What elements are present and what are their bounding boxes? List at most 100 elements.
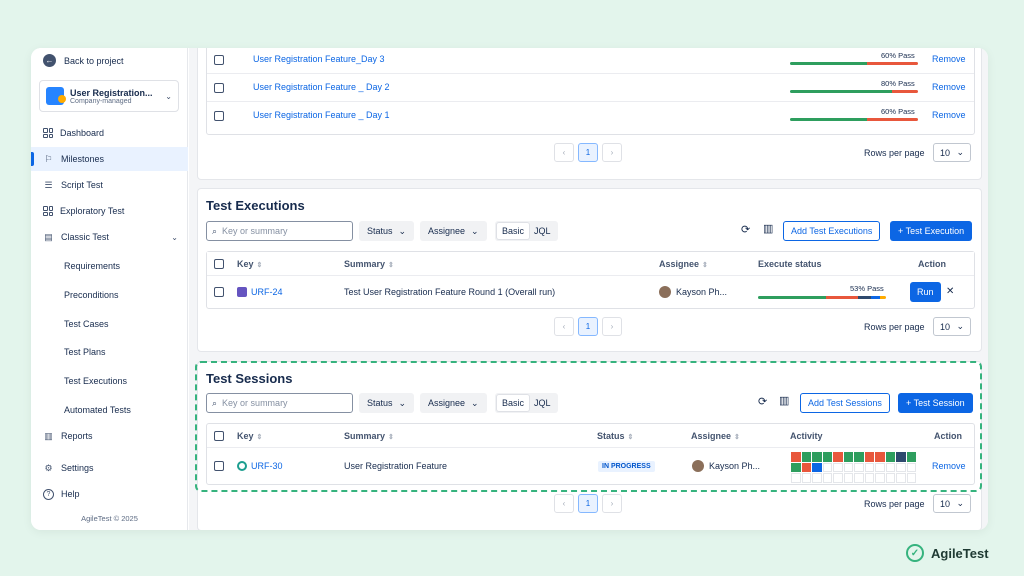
pass-rate: 80% Pass	[881, 79, 915, 88]
add-test-executions-button[interactable]: Add Test Executions	[783, 221, 881, 241]
sidebar-item-exploratory-test[interactable]: Exploratory Test	[31, 199, 188, 223]
activity-cell	[864, 462, 874, 472]
activity-cell	[885, 473, 895, 483]
activity-cell	[812, 473, 822, 483]
sessions-table: Key ⇕ Summary ⇕ Status ⇕ Assignee ⇕ Activity…	[206, 423, 975, 485]
table-row: User Registration Feature_Day 3 60% Pass…	[207, 48, 974, 74]
assignee-filter[interactable]: Assignee ⌄	[420, 221, 487, 241]
section-title: Test Executions	[206, 198, 305, 213]
activity-cell	[801, 462, 811, 472]
activity-cell	[906, 462, 916, 472]
column-header-assignee[interactable]: Assignee ⇕	[691, 431, 740, 441]
select-all-checkbox[interactable]	[214, 431, 224, 441]
jql-mode-button[interactable]: JQL	[529, 223, 556, 239]
issue-key-link[interactable]: URF-30	[251, 461, 283, 471]
sidebar-item-label: Script Test	[61, 180, 103, 190]
pagination: ‹ 1 ›	[554, 317, 622, 336]
column-header-status[interactable]: Status ⇕	[597, 431, 633, 441]
row-checkbox[interactable]	[214, 111, 224, 121]
rows-per-page-select[interactable]: 10 ⌄	[933, 317, 971, 336]
row-checkbox[interactable]	[214, 83, 224, 93]
page-button[interactable]: 1	[578, 317, 598, 336]
sidebar-subitem-requirements[interactable]: Requirements	[64, 261, 120, 271]
assignee-filter[interactable]: Assignee ⌄	[420, 393, 487, 413]
milestone-link[interactable]: User Registration Feature _ Day 2	[253, 82, 390, 92]
sidebar-item-classic-test[interactable]: ▤ Classic Test ⌄	[31, 225, 188, 249]
next-page-button[interactable]: ›	[602, 494, 622, 513]
activity-cell	[833, 462, 843, 472]
sidebar-subitem-automated-tests[interactable]: Automated Tests	[64, 405, 131, 415]
row-checkbox[interactable]	[214, 287, 224, 297]
activity-heatmap	[791, 452, 916, 483]
sidebar-item-reports[interactable]: ▥ Reports	[31, 424, 188, 448]
next-page-button[interactable]: ›	[602, 317, 622, 336]
activity-cell	[906, 452, 916, 462]
create-test-execution-button[interactable]: + Test Execution	[890, 221, 973, 241]
column-header-summary[interactable]: Summary ⇕	[344, 259, 394, 269]
remove-link[interactable]: Remove	[932, 110, 966, 120]
status-filter[interactable]: Status ⌄	[359, 221, 415, 241]
columns-icon[interactable]: ▥	[763, 222, 773, 235]
page-button[interactable]: 1	[578, 494, 598, 513]
sidebar-item-script-test[interactable]: ☰ Script Test	[31, 173, 188, 197]
column-header-key[interactable]: Key ⇕	[237, 431, 262, 441]
rows-per-page-select[interactable]: 10 ⌄	[933, 143, 971, 162]
search-input-wrapper: ⌕	[206, 221, 353, 241]
remove-link[interactable]: Remove	[932, 54, 966, 64]
close-icon[interactable]: ✕	[946, 286, 954, 297]
column-header-assignee[interactable]: Assignee ⇕	[659, 259, 708, 269]
sidebar-subitem-preconditions[interactable]: Preconditions	[64, 290, 119, 300]
status-filter[interactable]: Status ⌄	[359, 393, 415, 413]
milestone-link[interactable]: User Registration Feature _ Day 1	[253, 110, 390, 120]
column-header-key[interactable]: Key ⇕	[237, 259, 262, 269]
jql-mode-button[interactable]: JQL	[529, 395, 556, 411]
chevron-down-icon: ⌄	[956, 321, 964, 331]
sidebar-item-milestones[interactable]: ⚐ Milestones	[31, 147, 188, 171]
sidebar-subitem-test-cases[interactable]: Test Cases	[64, 319, 109, 329]
issue-key-link[interactable]: URF-24	[251, 287, 283, 297]
add-test-sessions-button[interactable]: Add Test Sessions	[800, 393, 890, 413]
pass-rate: 60% Pass	[881, 51, 915, 60]
chevron-down-icon: ⌄	[471, 225, 479, 236]
refresh-icon[interactable]: ⟳	[758, 395, 767, 408]
search-input[interactable]	[222, 226, 343, 236]
back-to-project-link[interactable]: ← Back to project	[43, 54, 124, 67]
rows-per-page-select[interactable]: 10 ⌄	[933, 494, 971, 513]
sidebar-item-help[interactable]: ? Help	[31, 482, 188, 506]
columns-icon[interactable]: ▥	[779, 394, 789, 407]
basic-mode-button[interactable]: Basic	[497, 223, 530, 239]
table-row: URF-30 User Registration Feature IN PROG…	[207, 448, 974, 484]
dashboard-icon	[43, 128, 53, 138]
pass-rate: 60% Pass	[881, 107, 915, 116]
create-test-session-button[interactable]: + Test Session	[898, 393, 973, 413]
refresh-icon[interactable]: ⟳	[741, 223, 750, 236]
remove-link[interactable]: Remove	[932, 82, 966, 92]
select-value: 10	[940, 498, 951, 509]
basic-mode-button[interactable]: Basic	[497, 395, 530, 411]
prev-page-button[interactable]: ‹	[554, 494, 574, 513]
row-checkbox[interactable]	[214, 461, 224, 471]
table-row: User Registration Feature _ Day 1 60% Pa…	[207, 102, 974, 130]
milestone-link[interactable]: User Registration Feature_Day 3	[253, 54, 385, 64]
prev-page-button[interactable]: ‹	[554, 143, 574, 162]
activity-cell	[812, 462, 822, 472]
project-switcher[interactable]: User Registration... Company-managed ⌄	[39, 80, 179, 112]
column-header-summary[interactable]: Summary ⇕	[344, 431, 394, 441]
select-all-checkbox[interactable]	[214, 259, 224, 269]
search-mode-toggle: Basic JQL	[495, 393, 558, 413]
activity-cell	[812, 452, 822, 462]
page-button[interactable]: 1	[578, 143, 598, 162]
sidebar-subitem-test-executions[interactable]: Test Executions	[64, 376, 127, 386]
prev-page-button[interactable]: ‹	[554, 317, 574, 336]
test-executions-panel: Test Executions ⌕ Status ⌄ Assignee ⌄ Basi…	[197, 188, 982, 352]
sidebar-item-dashboard[interactable]: Dashboard	[31, 121, 188, 145]
search-input[interactable]	[222, 398, 343, 408]
sidebar-subitem-test-plans[interactable]: Test Plans	[64, 347, 106, 357]
row-checkbox[interactable]	[214, 55, 224, 65]
run-button[interactable]: Run	[910, 282, 941, 302]
next-page-button[interactable]: ›	[602, 143, 622, 162]
remove-link[interactable]: Remove	[932, 461, 966, 471]
summary-text: User Registration Feature	[344, 461, 448, 471]
sidebar-item-settings[interactable]: ⚙ Settings	[31, 456, 188, 480]
main-content: User Registration Feature_Day 3 60% Pass…	[189, 48, 988, 530]
